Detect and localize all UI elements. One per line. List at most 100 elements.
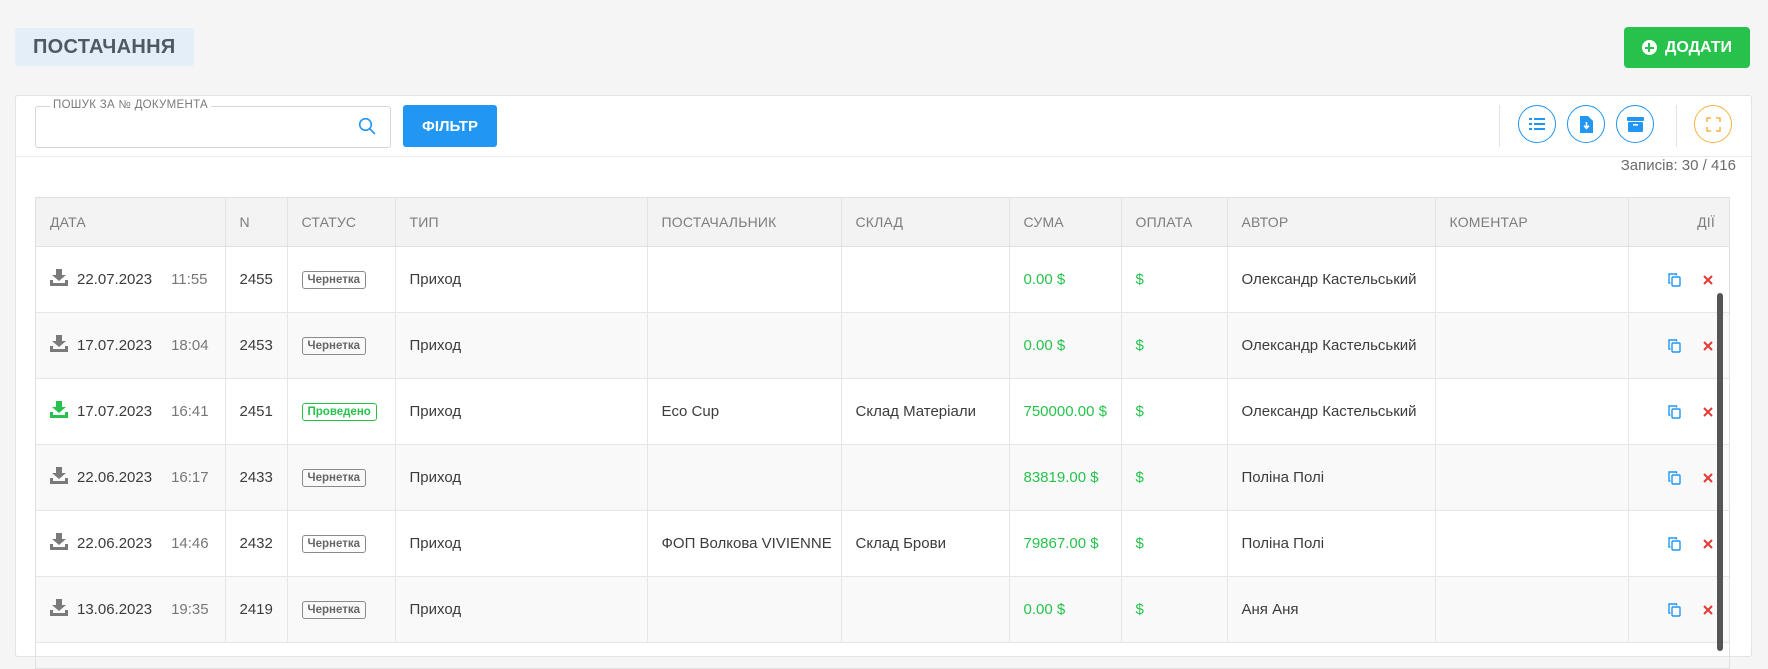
row-number: 2453 bbox=[225, 312, 288, 379]
row-number: 2455 bbox=[225, 246, 288, 313]
row-time: 16:17 bbox=[171, 469, 209, 486]
row-time: 16:41 bbox=[171, 403, 209, 420]
search-icon[interactable] bbox=[358, 117, 376, 140]
row-date: 17.07.2023 bbox=[77, 403, 153, 420]
row-author: Аня Аня bbox=[1227, 576, 1436, 643]
records-count: Записів: 30 / 416 bbox=[1620, 157, 1736, 174]
download-status-icon bbox=[50, 335, 68, 356]
search-field[interactable]: ПОШУК ЗА № ДОКУМЕНТА bbox=[35, 99, 391, 148]
row-payment: $ bbox=[1121, 444, 1228, 511]
fullscreen-icon bbox=[1705, 116, 1721, 132]
download-doc-icon bbox=[1580, 115, 1593, 133]
row-supplier bbox=[647, 246, 842, 313]
table-row[interactable]: 22.06.2023 14:46 2432 Чернетка Приход ФО… bbox=[36, 510, 1729, 577]
row-date: 17.07.2023 bbox=[77, 337, 153, 354]
row-comment bbox=[1435, 246, 1629, 313]
column-header-number[interactable]: N bbox=[225, 198, 288, 247]
column-header-payment[interactable]: ОПЛАТА bbox=[1121, 198, 1228, 247]
row-payment: $ bbox=[1121, 246, 1228, 313]
copy-icon[interactable] bbox=[1668, 470, 1681, 485]
row-supplier bbox=[647, 576, 842, 643]
status-badge: Проведено bbox=[301, 403, 377, 421]
toolbar: ПОШУК ЗА № ДОКУМЕНТА ФІЛЬТР bbox=[16, 96, 1751, 157]
row-type: Приход bbox=[395, 576, 648, 643]
row-payment: $ bbox=[1121, 510, 1228, 577]
row-number: 2451 bbox=[225, 378, 288, 445]
plus-circle-icon bbox=[1641, 40, 1657, 55]
copy-icon[interactable] bbox=[1668, 602, 1681, 617]
add-button[interactable]: ДОДАТИ bbox=[1624, 27, 1750, 68]
row-supplier bbox=[647, 444, 842, 511]
row-warehouse: Склад Матеріали bbox=[841, 378, 1010, 445]
row-time: 14:46 bbox=[171, 535, 209, 552]
row-comment bbox=[1435, 510, 1629, 577]
copy-icon[interactable] bbox=[1668, 338, 1681, 353]
row-supplier: ФОП Волкова VIVIENNE bbox=[647, 510, 842, 577]
delete-icon[interactable] bbox=[1703, 604, 1713, 615]
toolbar-divider bbox=[1676, 105, 1677, 147]
column-header-type[interactable]: ТИП bbox=[395, 198, 648, 247]
row-comment bbox=[1435, 576, 1629, 643]
add-button-label: ДОДАТИ bbox=[1664, 38, 1733, 56]
table-scrollbar[interactable] bbox=[1717, 293, 1723, 651]
table-row[interactable]: 22.07.2023 11:55 2455 Чернетка Приход 0.… bbox=[36, 246, 1729, 313]
archive-icon bbox=[1626, 116, 1644, 132]
row-date: 22.06.2023 bbox=[77, 469, 153, 486]
archive-button[interactable] bbox=[1616, 105, 1654, 143]
toolbar-divider bbox=[1499, 105, 1500, 147]
row-supplier bbox=[647, 312, 842, 379]
table-row[interactable]: 13.06.2023 19:35 2419 Чернетка Приход 0.… bbox=[36, 576, 1729, 643]
column-header-comment[interactable]: КОМЕНТАР bbox=[1435, 198, 1629, 247]
column-header-warehouse[interactable]: СКЛАД bbox=[841, 198, 1010, 247]
row-type: Приход bbox=[395, 510, 648, 577]
fullscreen-button[interactable] bbox=[1694, 105, 1732, 143]
download-status-icon bbox=[50, 401, 68, 422]
delete-icon[interactable] bbox=[1703, 472, 1713, 483]
supplies-card: ПОШУК ЗА № ДОКУМЕНТА ФІЛЬТР Записів: 30 … bbox=[15, 95, 1752, 669]
delete-icon[interactable] bbox=[1703, 538, 1713, 549]
status-badge: Чернетка bbox=[301, 337, 366, 355]
table-row[interactable]: 17.07.2023 18:04 2453 Чернетка Приход 0.… bbox=[36, 312, 1729, 379]
table-row[interactable]: 17.07.2023 16:41 2451 Проведено Приход E… bbox=[36, 378, 1729, 445]
column-header-status[interactable]: СТАТУС bbox=[287, 198, 396, 247]
row-sum: 750000.00 $ bbox=[1009, 378, 1122, 445]
filter-button[interactable]: ФІЛЬТР bbox=[403, 105, 497, 147]
row-author: Поліна Полі bbox=[1227, 444, 1436, 511]
row-author: Олександр Кастельський bbox=[1227, 312, 1436, 379]
row-sum: 83819.00 $ bbox=[1009, 444, 1122, 511]
row-date: 22.07.2023 bbox=[77, 271, 153, 288]
page-title: ПОСТАЧАННЯ bbox=[15, 28, 194, 66]
row-sum: 0.00 $ bbox=[1009, 246, 1122, 313]
table-header: ДАТА N СТАТУС ТИП ПОСТАЧАЛЬНИК СКЛАД СУМ… bbox=[36, 198, 1729, 247]
column-header-author[interactable]: АВТОР bbox=[1227, 198, 1436, 247]
row-date: 22.06.2023 bbox=[77, 535, 153, 552]
row-time: 18:04 bbox=[171, 337, 209, 354]
columns-icon bbox=[1529, 118, 1545, 130]
row-type: Приход bbox=[395, 312, 648, 379]
row-comment bbox=[1435, 312, 1629, 379]
columns-button[interactable] bbox=[1518, 105, 1556, 143]
row-number: 2433 bbox=[225, 444, 288, 511]
copy-icon[interactable] bbox=[1668, 404, 1681, 419]
status-badge: Чернетка bbox=[301, 535, 366, 553]
delete-icon[interactable] bbox=[1703, 406, 1713, 417]
row-type: Приход bbox=[395, 378, 648, 445]
search-label: ПОШУК ЗА № ДОКУМЕНТА bbox=[50, 99, 212, 111]
column-header-supplier[interactable]: ПОСТАЧАЛЬНИК bbox=[647, 198, 842, 247]
download-status-icon bbox=[50, 599, 68, 620]
status-badge: Чернетка bbox=[301, 469, 366, 487]
copy-icon[interactable] bbox=[1668, 536, 1681, 551]
copy-icon[interactable] bbox=[1668, 272, 1681, 287]
delete-icon[interactable] bbox=[1703, 274, 1713, 285]
download-status-icon bbox=[50, 533, 68, 554]
row-warehouse: Склад Брови bbox=[841, 510, 1010, 577]
row-sum: 0.00 $ bbox=[1009, 576, 1122, 643]
row-warehouse bbox=[841, 576, 1010, 643]
search-input[interactable] bbox=[46, 115, 350, 141]
column-header-sum[interactable]: СУМА bbox=[1009, 198, 1122, 247]
download-button[interactable] bbox=[1567, 105, 1605, 143]
column-header-date[interactable]: ДАТА bbox=[36, 198, 226, 247]
row-type: Приход bbox=[395, 246, 648, 313]
table-row[interactable]: 22.06.2023 16:17 2433 Чернетка Приход 83… bbox=[36, 444, 1729, 511]
delete-icon[interactable] bbox=[1703, 340, 1713, 351]
